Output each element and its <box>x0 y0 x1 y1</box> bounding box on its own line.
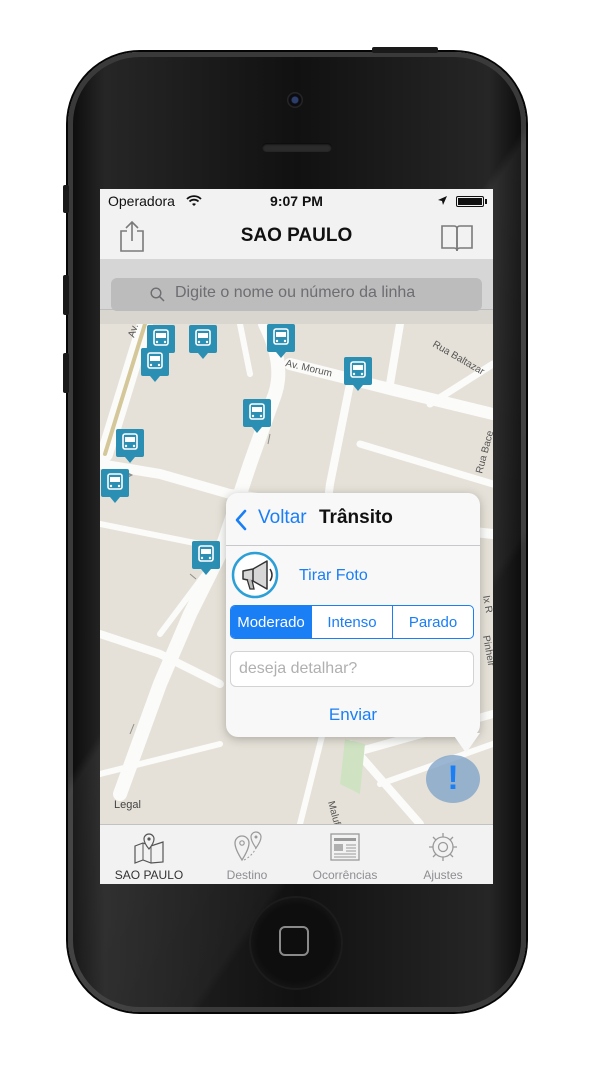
home-button-square <box>279 926 309 956</box>
tab-ocorrencias[interactable]: Ocorrências <box>296 824 394 884</box>
take-photo-button[interactable]: Tirar Foto <box>299 567 368 585</box>
book-icon[interactable] <box>440 223 474 253</box>
tab-destino[interactable]: Destino <box>198 824 296 884</box>
traffic-level-segmented-control: Moderado Intenso Parado <box>230 605 474 639</box>
tab-ajustes[interactable]: Ajustes <box>394 824 492 884</box>
gear-icon <box>429 833 457 861</box>
tab-label: Destino <box>226 868 268 882</box>
segment-moderado[interactable]: Moderado <box>231 606 312 638</box>
page-title: SAO PAULO <box>240 225 353 246</box>
bus-stop-icon[interactable] <box>188 324 218 360</box>
search-icon <box>150 287 165 302</box>
segment-parado[interactable]: Parado <box>393 606 473 638</box>
battery-icon <box>456 196 484 207</box>
tab-label: Ocorrências <box>312 868 378 882</box>
chevron-left-icon[interactable] <box>234 509 248 531</box>
front-camera <box>287 92 303 108</box>
map-pin-icon <box>134 833 164 864</box>
popover-divider <box>226 545 480 546</box>
bus-stop-icon[interactable] <box>100 468 130 504</box>
exclamation-icon: ! <box>447 759 459 797</box>
map-legal-link[interactable]: Legal <box>114 799 141 811</box>
bus-stop-icon[interactable] <box>343 356 373 392</box>
status-bar: Operadora 9:07 PM <box>100 189 493 213</box>
search-placeholder: Digite o nome ou número da linha <box>175 284 416 301</box>
phone-screen: Operadora 9:07 PM SAO PAULO Digite o nom… <box>100 189 493 884</box>
popover-title: Trânsito <box>319 507 393 528</box>
back-button[interactable]: Voltar <box>258 507 307 529</box>
tab-label: SAO PAULO <box>114 868 184 882</box>
tab-sao-paulo[interactable]: SAO PAULO <box>100 824 198 884</box>
earpiece-speaker <box>262 143 332 152</box>
report-alert-button[interactable]: ! <box>426 755 480 803</box>
bus-stop-icon[interactable] <box>191 540 221 576</box>
bus-stop-icon[interactable] <box>266 323 296 359</box>
battery-tip <box>485 199 487 204</box>
bus-stop-icon[interactable] <box>242 398 272 434</box>
send-button[interactable]: Enviar <box>226 705 480 725</box>
bus-stop-icon[interactable] <box>140 347 170 383</box>
bus-stop-icon[interactable] <box>115 428 145 464</box>
segment-intenso[interactable]: Intenso <box>312 606 393 638</box>
clock: 9:07 PM <box>270 193 323 209</box>
detail-placeholder: deseja detalhar? <box>239 660 358 677</box>
tab-label: Ajustes <box>423 868 463 882</box>
megaphone-camera-icon[interactable] <box>231 551 279 599</box>
popover-arrow <box>452 733 480 753</box>
newspaper-icon <box>330 833 360 861</box>
location-arrow-icon <box>438 196 447 205</box>
destination-icon <box>234 831 262 862</box>
